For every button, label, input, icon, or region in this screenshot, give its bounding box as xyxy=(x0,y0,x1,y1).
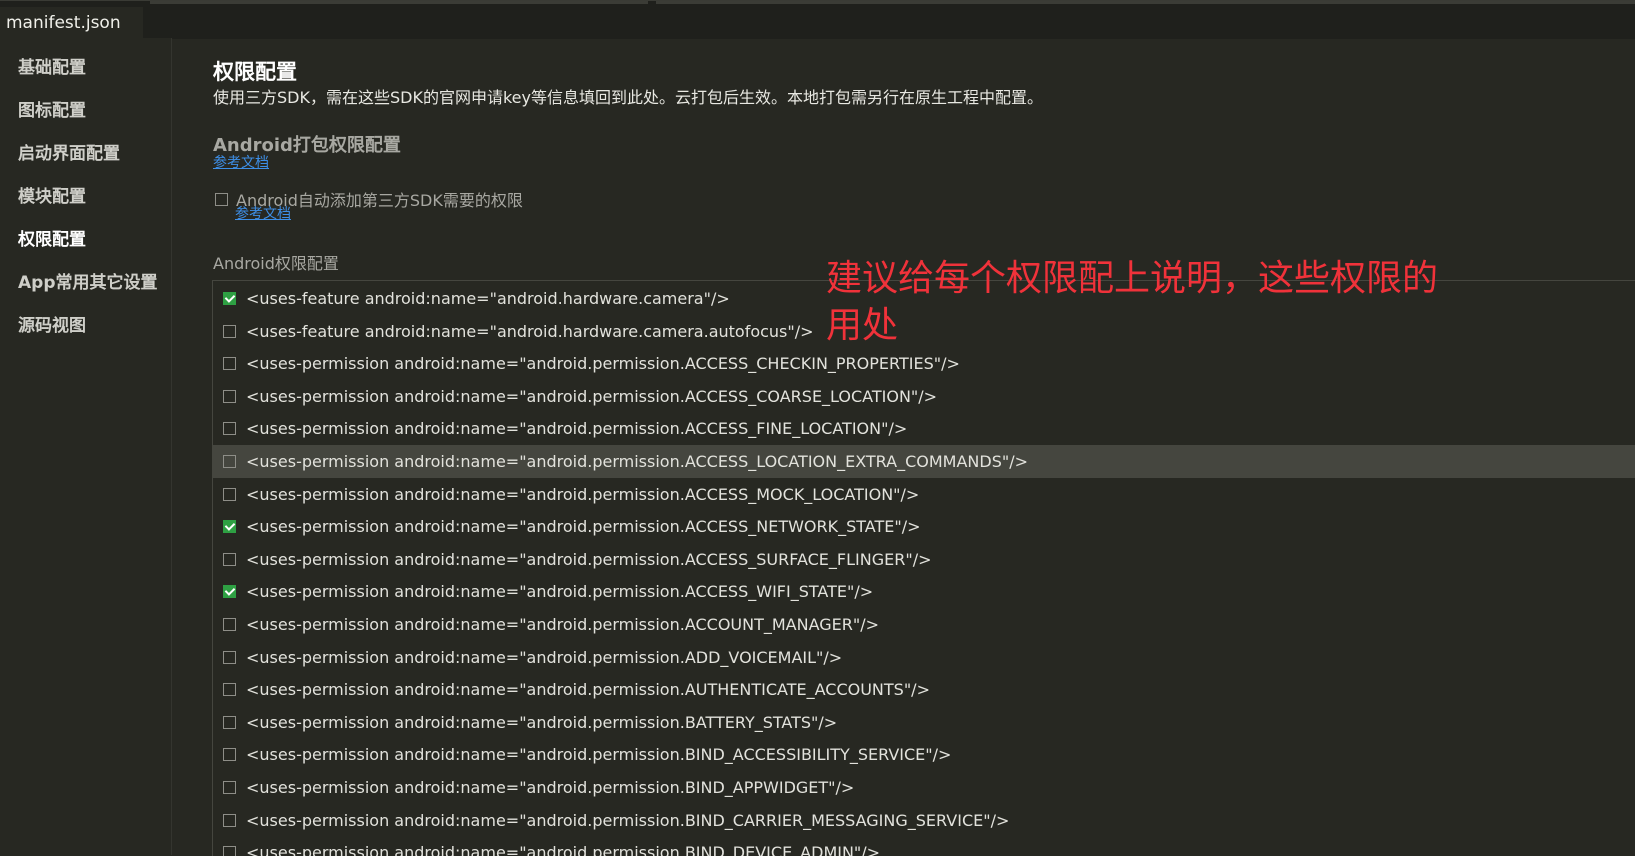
permission-row[interactable]: <uses-permission android:name="android.p… xyxy=(213,673,1635,706)
permission-label: <uses-permission android:name="android.p… xyxy=(246,745,952,765)
sidebar-item-icon[interactable]: 图标配置 xyxy=(18,96,86,121)
page-title: 权限配置 xyxy=(213,60,297,84)
permission-label: <uses-permission android:name="android.p… xyxy=(246,778,855,797)
permission-row[interactable]: <uses-permission android:name="android.p… xyxy=(213,575,1635,608)
permission-checkbox[interactable] xyxy=(223,552,236,566)
permission-label: <uses-permission android:name="android.p… xyxy=(246,647,843,667)
page-description: 使用三方SDK，需在这些SDK的官网申请key等信息填回到此处。云打包后生效。本… xyxy=(213,88,1043,107)
permission-label: <uses-permission android:name="android.p… xyxy=(246,517,921,537)
sidebar-item-permissions[interactable]: 权限配置 xyxy=(18,225,86,250)
sidebar-item-basic[interactable]: 基础配置 xyxy=(18,53,86,78)
annotation-note: 建议给每个权限配上说明，这些权限的用处 xyxy=(826,258,1439,346)
permission-row[interactable]: <uses-permission android:name="android.p… xyxy=(213,706,1635,739)
permission-checkbox[interactable] xyxy=(223,292,236,305)
permission-row[interactable]: <uses-permission android:name="android.p… xyxy=(213,836,1635,856)
permission-label: <uses-feature android:name="android.hard… xyxy=(246,289,730,308)
editor-tab-bar: manifest.json xyxy=(0,0,1635,39)
tab-manifest-json[interactable]: manifest.json xyxy=(0,7,143,39)
sidebar: 基础配置 图标配置 启动界面配置 模块配置 权限配置 App常用其它设置 源码视… xyxy=(0,38,172,855)
permission-row[interactable]: <uses-permission android:name="android.p… xyxy=(213,771,1635,804)
sidebar-item-app-other[interactable]: App常用其它设置 xyxy=(18,268,158,293)
permission-list: <uses-feature android:name="android.hard… xyxy=(212,280,1635,856)
permission-label: <uses-permission android:name="android.p… xyxy=(246,843,881,856)
permission-row[interactable]: <uses-permission android:name="android.p… xyxy=(213,412,1635,445)
sidebar-item-modules[interactable]: 模块配置 xyxy=(18,182,86,207)
permission-checkbox[interactable] xyxy=(223,520,236,534)
permission-label: <uses-permission android:name="android.p… xyxy=(246,484,920,504)
permission-checkbox[interactable] xyxy=(223,487,236,501)
permission-checkbox[interactable] xyxy=(223,422,236,436)
permission-label: <uses-permission android:name="android.p… xyxy=(246,354,960,374)
permission-row[interactable]: <uses-permission android:name="android.p… xyxy=(213,543,1635,576)
permission-list-label: Android权限配置 xyxy=(213,254,339,273)
permission-label: <uses-permission android:name="android.p… xyxy=(246,386,938,406)
permission-checkbox[interactable] xyxy=(223,389,236,403)
permission-label: <uses-feature android:name="android.hard… xyxy=(246,321,814,341)
permission-row[interactable]: <uses-permission android:name="android.p… xyxy=(213,738,1635,771)
permission-checkbox[interactable] xyxy=(223,683,236,697)
permission-checkbox[interactable] xyxy=(223,357,236,371)
reference-doc-link[interactable]: 参考文档 xyxy=(213,152,269,172)
permission-row[interactable]: <uses-permission android:name="android.p… xyxy=(213,608,1635,641)
permission-row[interactable]: <uses-permission android:name="android.p… xyxy=(213,804,1635,837)
permission-label: <uses-permission android:name="android.p… xyxy=(246,615,880,634)
permission-checkbox[interactable] xyxy=(223,748,236,762)
permission-label: <uses-permission android:name="android.p… xyxy=(246,680,930,700)
permission-row[interactable]: <uses-permission android:name="android.p… xyxy=(213,641,1635,674)
auto-add-checkbox[interactable] xyxy=(215,192,228,206)
sidebar-item-source-view[interactable]: 源码视图 xyxy=(18,311,86,336)
permission-checkbox[interactable] xyxy=(223,781,236,794)
permission-checkbox[interactable] xyxy=(223,813,236,827)
permission-label: <uses-permission android:name="android.p… xyxy=(246,712,838,732)
permission-checkbox[interactable] xyxy=(223,455,236,468)
permission-row[interactable]: <uses-permission android:name="android.p… xyxy=(213,347,1635,380)
permission-label: <uses-permission android:name="android.p… xyxy=(246,582,874,602)
permission-checkbox[interactable] xyxy=(223,324,236,338)
permission-label: <uses-permission android:name="android.p… xyxy=(246,452,1029,471)
sidebar-item-splash[interactable]: 启动界面配置 xyxy=(18,139,120,164)
reference-doc-link-2[interactable]: 参考文档 xyxy=(235,203,291,223)
tab-bar-divider xyxy=(150,1,648,4)
permission-row[interactable]: <uses-permission android:name="android.p… xyxy=(213,510,1635,543)
permission-row[interactable]: <uses-permission android:name="android.p… xyxy=(213,478,1635,511)
permission-checkbox[interactable] xyxy=(223,618,236,631)
permission-checkbox[interactable] xyxy=(223,585,236,599)
permission-checkbox[interactable] xyxy=(223,715,236,729)
permission-row[interactable]: <uses-permission android:name="android.p… xyxy=(213,445,1635,478)
permission-label: <uses-permission android:name="android.p… xyxy=(246,549,932,569)
tab-bar-divider xyxy=(656,1,1635,4)
permission-label: <uses-permission android:name="android.p… xyxy=(246,810,1010,830)
main-panel: 权限配置 使用三方SDK，需在这些SDK的官网申请key等信息填回到此处。云打包… xyxy=(172,38,1635,856)
permission-label: <uses-permission android:name="android.p… xyxy=(246,419,908,439)
permission-checkbox[interactable] xyxy=(223,650,236,664)
permission-row[interactable]: <uses-permission android:name="android.p… xyxy=(213,380,1635,413)
